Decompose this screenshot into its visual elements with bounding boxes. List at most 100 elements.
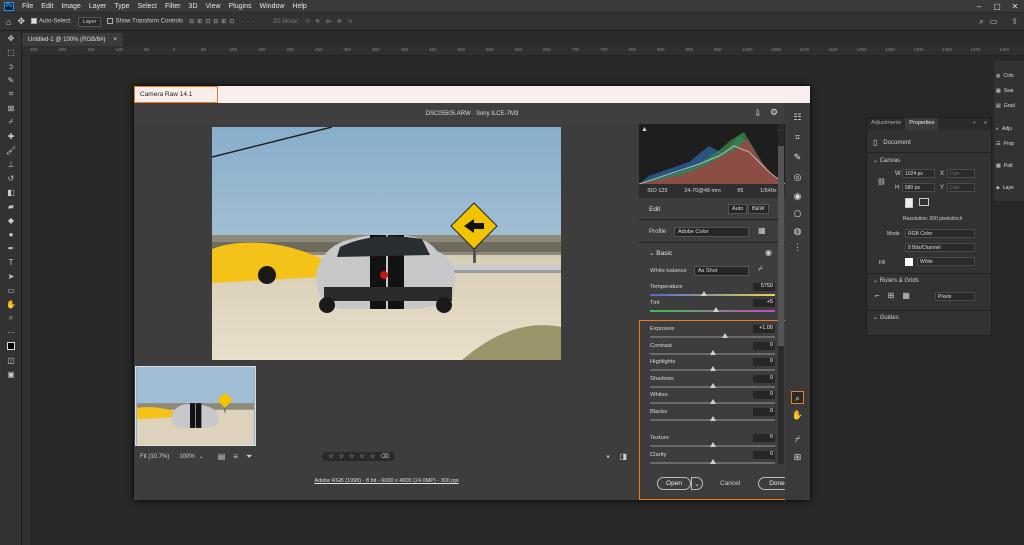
grid-icon[interactable]: ⊞ bbox=[888, 291, 895, 300]
transform-controls-checkbox[interactable]: Show Transform Controls bbox=[107, 18, 183, 25]
menu-help[interactable]: Help bbox=[288, 3, 310, 10]
collapse-icon[interactable]: » bbox=[969, 118, 980, 130]
home-icon[interactable]: ⌂ bbox=[6, 17, 11, 27]
tab-properties[interactable]: Properties bbox=[905, 118, 939, 130]
temperature-value[interactable]: 5750 bbox=[753, 283, 775, 291]
dock-adjustments[interactable]: ◐ Adju bbox=[996, 126, 1012, 132]
hand-tool-icon[interactable]: ✋ bbox=[0, 297, 22, 311]
y-field[interactable]: 0 px bbox=[947, 183, 975, 192]
zoom-tool-icon[interactable]: ⌕ bbox=[0, 311, 22, 325]
menu-type[interactable]: Type bbox=[110, 3, 133, 10]
3d-icons[interactable]: ⟲✥⟴✥⇲ bbox=[305, 18, 357, 25]
exposure-slider[interactable]: Exposure +1.00 bbox=[650, 325, 775, 342]
menu-window[interactable]: Window bbox=[256, 3, 289, 10]
panel-scroll-thumb[interactable] bbox=[778, 146, 784, 346]
shadow-clip-icon[interactable]: ▲ bbox=[641, 126, 648, 133]
lasso-tool-icon[interactable]: ↄ bbox=[0, 59, 22, 73]
x-field[interactable]: 0 px bbox=[947, 169, 975, 178]
menu-view[interactable]: View bbox=[202, 3, 225, 10]
highlights-value[interactable]: 0 bbox=[753, 358, 775, 366]
zoom-icon[interactable]: ⌕ bbox=[791, 391, 804, 404]
grid-overlay-icon[interactable]: ⊞ bbox=[791, 451, 804, 464]
filmstrip-thumbnail[interactable] bbox=[135, 366, 256, 446]
maximize-icon[interactable]: ▢ bbox=[988, 2, 1006, 11]
color-swatches-icon[interactable] bbox=[0, 339, 22, 353]
save-icon[interactable]: ⇩ bbox=[754, 108, 762, 119]
presets-icon[interactable]: ◍ bbox=[791, 225, 804, 238]
clarity-slider[interactable]: Clarity 0 bbox=[650, 450, 775, 468]
width-field[interactable]: 1024 px bbox=[902, 169, 935, 178]
slider-knob[interactable] bbox=[709, 366, 716, 371]
mode-select[interactable]: RGB Color bbox=[905, 229, 975, 238]
crop-tool-icon[interactable]: ⌗ bbox=[0, 87, 22, 101]
history-brush-icon[interactable]: ↺ bbox=[0, 171, 22, 185]
tint-value[interactable]: +5 bbox=[753, 299, 775, 307]
star-icon[interactable]: ☆ bbox=[328, 453, 333, 460]
star-icon[interactable]: ☆ bbox=[349, 453, 354, 460]
menu-3d[interactable]: 3D bbox=[185, 3, 202, 10]
quick-mask-icon[interactable]: ◫ bbox=[0, 353, 22, 367]
zoom-fit-select[interactable]: Fit (10.7%) bbox=[140, 454, 169, 460]
move-tool-icon[interactable]: ✥ bbox=[0, 31, 22, 45]
shadows-slider[interactable]: Shadows 0 bbox=[650, 374, 775, 392]
minimize-icon[interactable]: – bbox=[970, 2, 988, 11]
wb-eyedropper-icon[interactable]: ⌿ bbox=[758, 264, 763, 274]
fill-select[interactable]: White bbox=[917, 257, 975, 266]
bits-select[interactable]: 8 Bits/Channel bbox=[905, 243, 975, 252]
fill-swatch[interactable] bbox=[905, 258, 913, 266]
whites-value[interactable]: 0 bbox=[753, 391, 775, 399]
eyedropper-tool-icon[interactable]: ⌿ bbox=[0, 115, 22, 129]
before-after-icon[interactable]: ◨ bbox=[619, 452, 627, 461]
move-tool-icon[interactable]: ✥ bbox=[17, 16, 25, 27]
units-select[interactable]: Pixels bbox=[935, 292, 975, 301]
gradient-tool-icon[interactable]: ▰ bbox=[0, 199, 22, 213]
menu-edit[interactable]: Edit bbox=[37, 3, 57, 10]
slider-knob[interactable] bbox=[709, 458, 716, 464]
stamp-tool-icon[interactable]: ⊥ bbox=[0, 157, 22, 171]
healing-tool-icon[interactable]: ✚ bbox=[0, 129, 22, 143]
slider-knob[interactable] bbox=[709, 399, 716, 404]
contrast-value[interactable]: 0 bbox=[753, 341, 775, 350]
document-tab[interactable]: Untitled-1 @ 100% (RGB/8#) × bbox=[22, 33, 123, 46]
sampler-icon[interactable]: ⌿ bbox=[791, 433, 804, 446]
workspace-icon[interactable]: ▭ bbox=[990, 17, 998, 26]
delete-icon[interactable]: ⌫ bbox=[380, 453, 388, 460]
open-button[interactable]: Open bbox=[657, 477, 691, 490]
image-preview[interactable] bbox=[212, 127, 561, 360]
eraser-tool-icon[interactable]: ◧ bbox=[0, 185, 22, 199]
hand-icon[interactable]: ✋ bbox=[791, 409, 804, 422]
more-icon[interactable]: ⋮ bbox=[791, 241, 804, 254]
slider-track[interactable] bbox=[650, 336, 775, 338]
contrast-slider[interactable]: Contrast 0 bbox=[650, 341, 775, 359]
star-icon[interactable]: ☆ bbox=[360, 453, 365, 460]
auto-select-checkbox[interactable]: Auto-Select: bbox=[30, 18, 72, 25]
dock-patterns[interactable]: ▩ Patt bbox=[996, 163, 1013, 169]
sort-icon[interactable]: ≡ bbox=[233, 452, 238, 461]
tint-knob[interactable] bbox=[713, 307, 720, 312]
temperature-slider[interactable]: Temperature 5750 bbox=[650, 283, 775, 300]
quick-select-tool-icon[interactable]: ✎ bbox=[0, 73, 22, 87]
blur-tool-icon[interactable]: ◆ bbox=[0, 213, 22, 227]
rating-stars[interactable]: ☆ ☆ ☆ ☆ ☆ ⌫ bbox=[322, 452, 395, 461]
redeye-icon[interactable]: ◉ bbox=[791, 190, 804, 203]
bw-button[interactable]: B&W bbox=[748, 204, 769, 214]
menu-filter[interactable]: Filter bbox=[161, 3, 185, 10]
visibility-eye-icon[interactable]: ◉ bbox=[765, 248, 772, 257]
workflow-options-link[interactable]: Adobe RGB (1998) - 8 bit - 6000 x 4000 (… bbox=[134, 478, 639, 484]
settings-gear-icon[interactable]: ⚙ bbox=[770, 107, 778, 118]
canvas-section-header[interactable]: ⌄ Canvas bbox=[873, 157, 900, 164]
masking-icon[interactable]: ◎ bbox=[791, 171, 804, 184]
menu-plugins[interactable]: Plugins bbox=[225, 3, 256, 10]
zoom-percent-select[interactable]: 100% bbox=[179, 454, 194, 460]
close-icon[interactable]: ✕ bbox=[1006, 2, 1024, 11]
single-view-icon[interactable]: ▪ bbox=[607, 452, 610, 461]
filter-icon[interactable]: ⏷ bbox=[246, 452, 252, 462]
spot-heal-icon[interactable]: ✎ bbox=[791, 151, 804, 164]
filmstrip-options-icon[interactable]: ▤ bbox=[218, 452, 226, 461]
clarity-value[interactable]: 0 bbox=[753, 450, 775, 459]
shape-tool-icon[interactable]: ▭ bbox=[0, 283, 22, 297]
menu-layer[interactable]: Layer bbox=[85, 3, 111, 10]
link-icon[interactable]: ⛓ bbox=[877, 178, 886, 186]
highlights-slider[interactable]: Highlights 0 bbox=[650, 358, 775, 375]
menu-image[interactable]: Image bbox=[57, 3, 84, 10]
